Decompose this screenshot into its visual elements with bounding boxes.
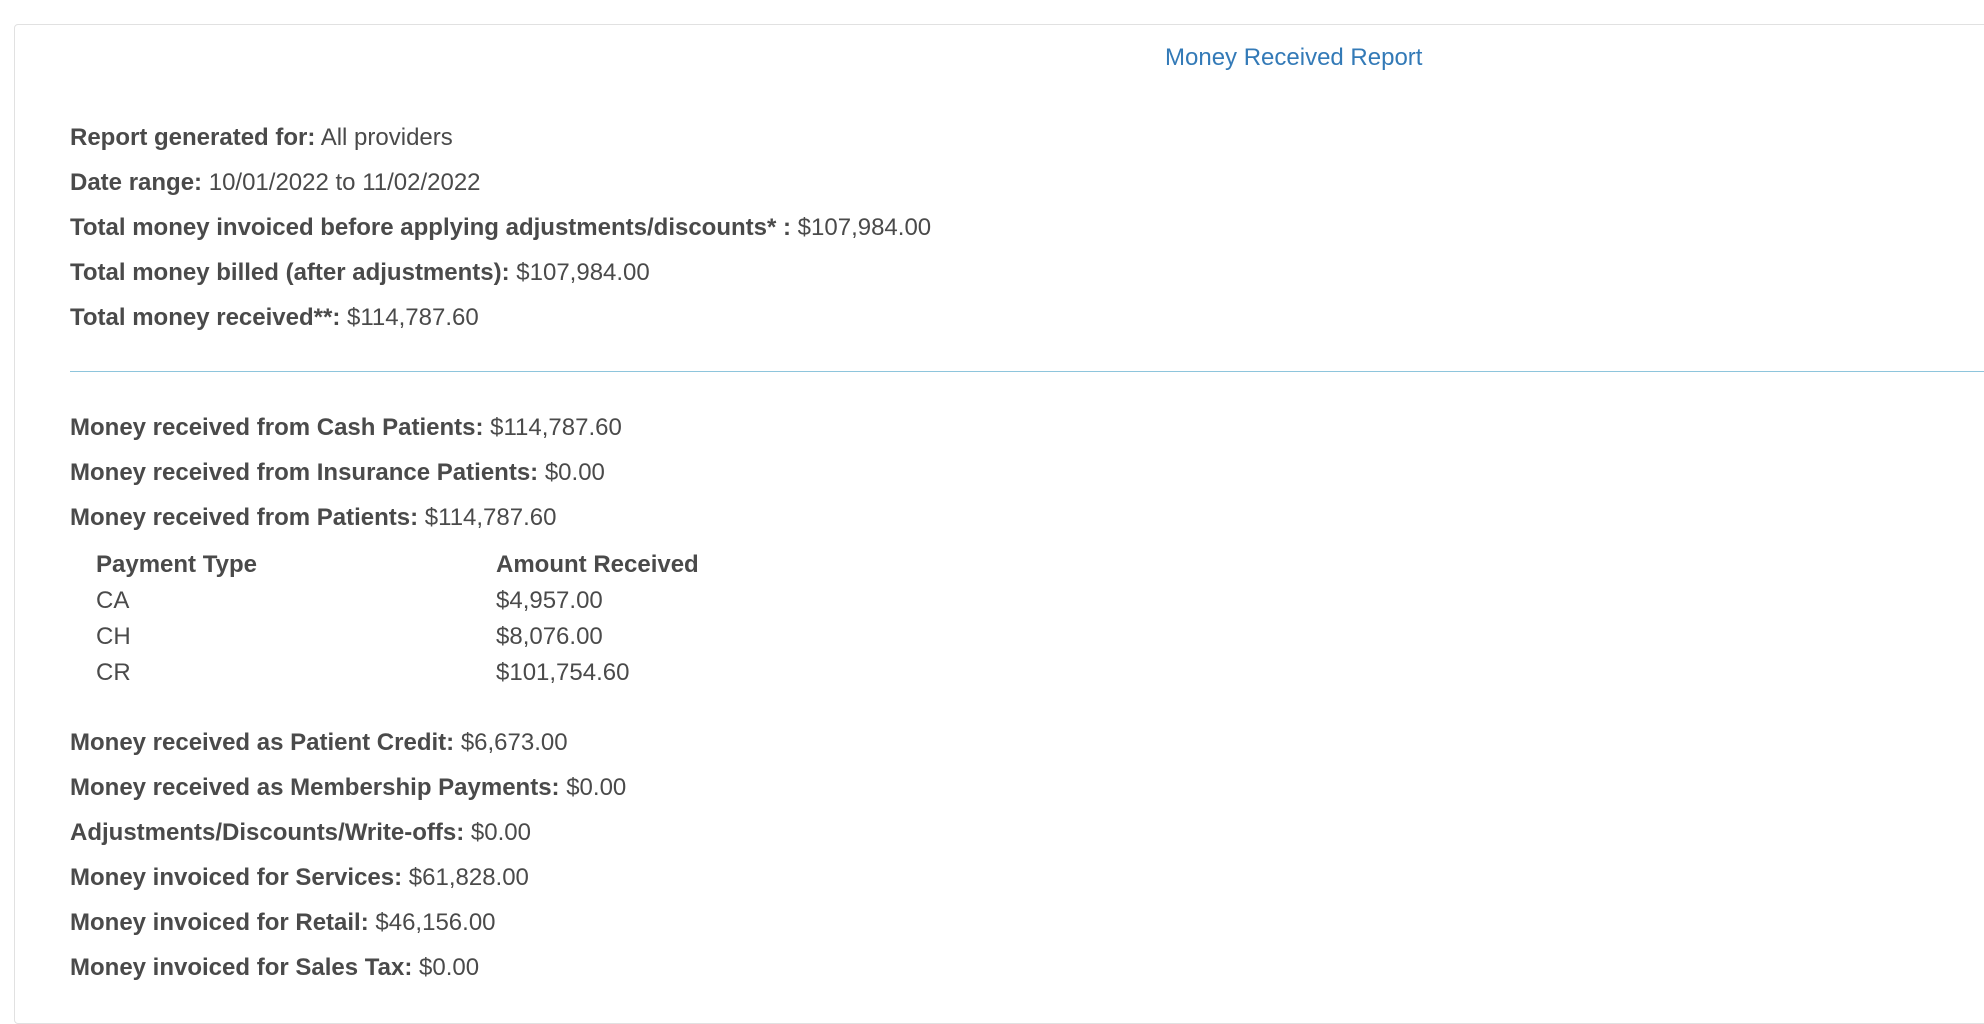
line-value: All providers [320, 124, 453, 151]
payment-type-cell: CH [96, 623, 131, 650]
line-label: Money invoiced for Services: [70, 864, 403, 891]
line-label: Money invoiced for Retail: [70, 909, 369, 936]
received-insurance-patients: Money received from Insurance Patients: … [70, 458, 605, 488]
line-label: Report generated for: [70, 124, 316, 151]
invoiced-sales-tax: Money invoiced for Sales Tax: $0.00 [70, 953, 479, 983]
line-label: Total money received**: [70, 304, 341, 331]
total-billed: Total money billed (after adjustments): … [70, 258, 650, 288]
line-value: 10/01/2022 to 11/02/2022 [208, 169, 481, 196]
column-header-payment-type: Payment Type [96, 551, 257, 578]
amount-received-cell: $101,754.60 [496, 659, 630, 686]
received-cash-patients: Money received from Cash Patients: $114,… [70, 413, 622, 443]
invoiced-services: Money invoiced for Services: $61,828.00 [70, 863, 529, 893]
report-title: Money Received Report [1165, 44, 1423, 71]
line-value: $0.00 [544, 459, 605, 486]
payment-type-table: Payment Type Amount Received CA $4,957.0… [96, 547, 796, 691]
payment-type-cell: CA [96, 587, 130, 614]
table-header-row: Payment Type Amount Received [96, 547, 796, 583]
line-label: Total money invoiced before applying adj… [70, 214, 791, 241]
line-value: $6,673.00 [460, 729, 568, 756]
table-row: CR $101,754.60 [96, 655, 796, 691]
amount-received-cell: $8,076.00 [496, 623, 603, 650]
line-value: $0.00 [470, 819, 531, 846]
line-label: Adjustments/Discounts/Write-offs: [70, 819, 465, 846]
received-patient-credit: Money received as Patient Credit: $6,673… [70, 728, 568, 758]
line-label: Money received from Insurance Patients: [70, 459, 539, 486]
line-label: Date range: [70, 169, 203, 196]
line-value: $107,984.00 [516, 259, 650, 286]
report-generated-for: Report generated for: All providers [70, 123, 453, 153]
date-range: Date range: 10/01/2022 to 11/02/2022 [70, 168, 481, 198]
payment-type-cell: CR [96, 659, 131, 686]
invoiced-retail: Money invoiced for Retail: $46,156.00 [70, 908, 496, 938]
table-row: CH $8,076.00 [96, 619, 796, 655]
received-membership-payments: Money received as Membership Payments: $… [70, 773, 626, 803]
line-value: $61,828.00 [408, 864, 529, 891]
section-divider [70, 371, 1984, 372]
line-value: $114,787.60 [424, 504, 557, 531]
total-invoiced-before-adjustments: Total money invoiced before applying adj… [70, 213, 931, 243]
amount-received-cell: $4,957.00 [496, 587, 603, 614]
line-value: $0.00 [566, 774, 627, 801]
line-value: $114,787.60 [347, 304, 479, 331]
line-value: $114,787.60 [490, 414, 622, 441]
line-label: Money received from Cash Patients: [70, 414, 484, 441]
total-received: Total money received**: $114,787.60 [70, 303, 479, 333]
line-label: Total money billed (after adjustments): [70, 259, 510, 286]
line-value: $0.00 [419, 954, 480, 981]
line-label: Money received as Membership Payments: [70, 774, 560, 801]
received-patients: Money received from Patients: $114,787.6… [70, 503, 556, 533]
table-row: CA $4,957.00 [96, 583, 796, 619]
column-header-amount-received: Amount Received [496, 551, 699, 578]
line-label: Money invoiced for Sales Tax: [70, 954, 413, 981]
line-label: Money received as Patient Credit: [70, 729, 455, 756]
line-value: $46,156.00 [375, 909, 496, 936]
line-value: $107,984.00 [797, 214, 932, 241]
line-label: Money received from Patients: [70, 504, 419, 531]
adjustments-discounts-writeoffs: Adjustments/Discounts/Write-offs: $0.00 [70, 818, 531, 848]
